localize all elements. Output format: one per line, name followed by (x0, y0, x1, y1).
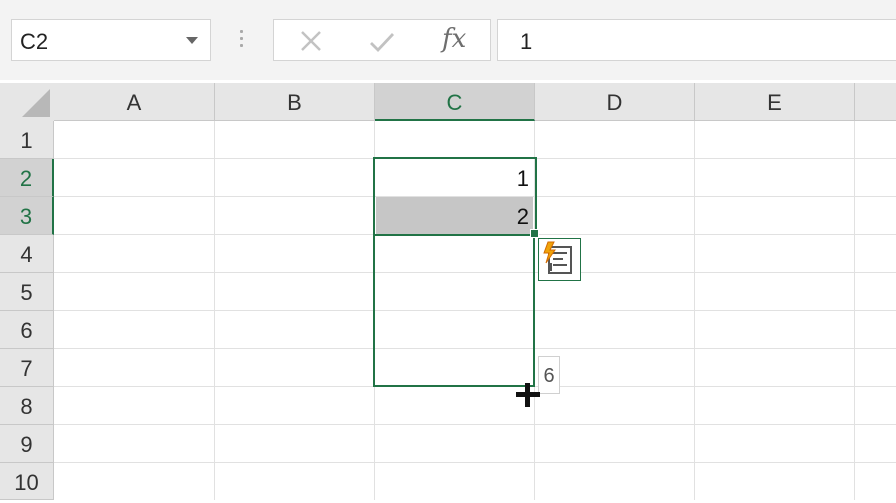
row-header-2[interactable]: 2 (0, 159, 54, 197)
row-header-10[interactable]: 10 (0, 463, 54, 500)
row-header-4[interactable]: 4 (0, 235, 54, 273)
column-header-c[interactable]: C (375, 83, 535, 121)
gridline (54, 424, 896, 425)
gridline (54, 462, 896, 463)
formula-value: 1 (520, 29, 533, 54)
column-header-e[interactable]: E (695, 83, 855, 121)
cancel-x-icon[interactable] (300, 30, 322, 52)
insert-function-button[interactable]: fx (442, 24, 466, 54)
row-header-3[interactable]: 3 (0, 197, 54, 235)
row-header-8[interactable]: 8 (0, 387, 54, 425)
row-header-1[interactable]: 1 (0, 121, 54, 159)
checkmark-icon[interactable] (369, 31, 395, 53)
fill-handle[interactable] (530, 229, 539, 238)
name-box-value: C2 (20, 29, 49, 54)
name-box[interactable]: C2 (11, 19, 211, 61)
column-header-b[interactable]: B (215, 83, 375, 121)
formula-input[interactable]: 1 (497, 19, 896, 61)
column-header-d[interactable]: D (535, 83, 695, 121)
column-header-a[interactable]: A (54, 83, 215, 121)
drag-handle-icon[interactable] (240, 30, 244, 52)
row-header-7[interactable]: 7 (0, 349, 54, 387)
auto-fill-options-icon (543, 241, 572, 274)
fill-preview-range (373, 234, 535, 387)
auto-fill-options-button[interactable] (538, 238, 581, 281)
selection-range (373, 157, 537, 236)
fill-cursor-icon (516, 383, 540, 407)
row-header-6[interactable]: 6 (0, 311, 54, 349)
row-header-9[interactable]: 9 (0, 425, 54, 463)
chevron-down-icon[interactable] (186, 37, 198, 44)
select-all-button[interactable] (0, 83, 54, 121)
row-header-5[interactable]: 5 (0, 273, 54, 311)
